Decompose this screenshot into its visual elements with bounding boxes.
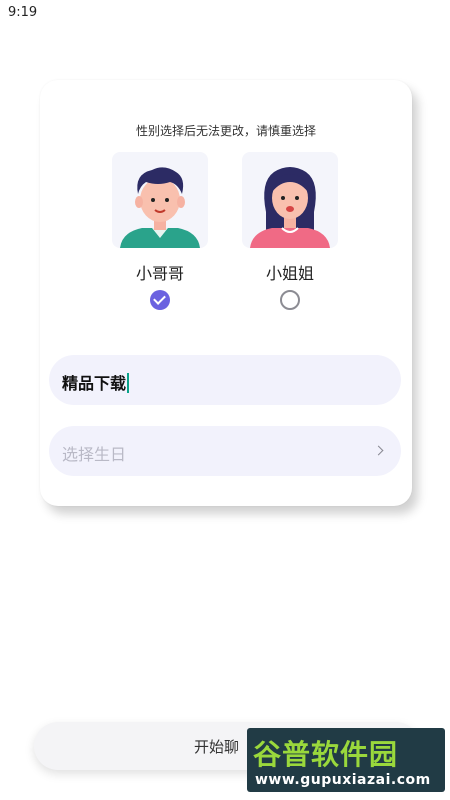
watermark-brand: 谷普软件园 bbox=[253, 738, 399, 771]
status-bar: 9:19 bbox=[0, 0, 450, 28]
female-avatar[interactable] bbox=[242, 152, 338, 248]
start-button-label: 开始聊 bbox=[194, 738, 240, 756]
male-radio-checked[interactable] bbox=[150, 290, 170, 310]
watermark-url: www.gupuxiazai.com bbox=[255, 772, 431, 788]
chevron-right-icon bbox=[373, 445, 384, 456]
male-avatar[interactable] bbox=[112, 152, 208, 248]
female-avatar-icon bbox=[250, 167, 330, 248]
name-input-value: 精品下载 bbox=[62, 370, 130, 394]
birthday-selector[interactable]: 选择生日 bbox=[49, 426, 401, 476]
gender-notice: 性别选择后无法更改，请慎重选择 bbox=[135, 124, 316, 138]
gender-label-male: 小哥哥 bbox=[135, 264, 184, 283]
status-time: 9:19 bbox=[8, 5, 38, 20]
male-avatar-icon bbox=[120, 167, 200, 248]
name-input[interactable]: 精品下载 bbox=[49, 355, 401, 405]
watermark-logo: 谷普软件园 www.gupuxiazai.com bbox=[247, 728, 445, 792]
text-cursor bbox=[127, 373, 130, 393]
gender-label-female: 小姐姐 bbox=[265, 264, 314, 283]
female-radio-unchecked[interactable] bbox=[280, 290, 300, 310]
birthday-placeholder: 选择生日 bbox=[62, 445, 127, 464]
profile-setup-card: 性别选择后无法更改，请慎重选择 小哥哥 小姐姐 精品下载 选择生日 bbox=[40, 80, 412, 506]
